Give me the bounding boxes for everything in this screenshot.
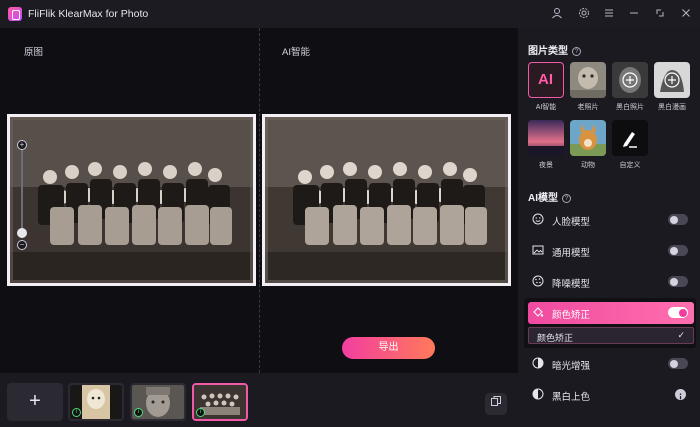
done-check-icon: i <box>196 408 205 417</box>
help-icon[interactable]: ? <box>562 194 571 203</box>
ai-model-title: AI模型? <box>528 189 571 204</box>
photo-type-old-photo[interactable]: 老照片 <box>570 62 606 112</box>
settings-sidebar: 图片类型? AI AI智能 老照片 黑白照片 黑白漫画 夜景 动物 自定义 AI… <box>518 28 700 427</box>
low-light-toggle[interactable] <box>668 358 688 369</box>
model-row-general[interactable]: 通用模型 <box>528 240 694 262</box>
copy-icon[interactable] <box>485 393 507 415</box>
custom-tile <box>612 120 648 156</box>
model-row-face[interactable]: 人脸模型 <box>528 209 694 231</box>
color-bucket-icon <box>532 306 544 318</box>
thumbnail-old-man[interactable]: i <box>130 383 186 421</box>
ai-result-photo <box>262 114 511 286</box>
photo-type-label: 老照片 <box>577 104 599 111</box>
model-name: 黑白上色 <box>552 392 591 403</box>
ai-tile: AI <box>528 62 564 98</box>
denoise-model-toggle[interactable] <box>668 276 688 287</box>
preview-stage: 原图 AI智能 + − 导出 <box>0 28 518 373</box>
photo-type-label: AI智能 <box>535 104 557 111</box>
model-name: 降噪模型 <box>552 279 591 290</box>
model-name: 颜色矫正 <box>552 310 591 321</box>
model-name: 通用模型 <box>552 248 591 259</box>
zoom-handle[interactable] <box>17 228 27 238</box>
model-row-denoise[interactable]: 降噪模型 <box>528 271 694 293</box>
ai-result-label: AI智能 <box>282 47 310 58</box>
model-name: 人脸模型 <box>552 217 591 228</box>
done-check-icon: i <box>72 408 81 417</box>
photo-type-label: 夜景 <box>539 162 553 169</box>
title-bar: FliFlik KlearMax for Photo <box>0 0 700 28</box>
close-icon[interactable] <box>679 7 693 21</box>
bw-photo-tile <box>612 62 648 98</box>
original-photo <box>7 114 256 286</box>
photo-type-bw-photo[interactable]: 黑白照片 <box>612 62 648 112</box>
photo-type-bw-comic[interactable]: 黑白漫画 <box>654 62 690 112</box>
chevron-down-icon: ✓ <box>677 330 685 340</box>
photo-type-label: 自定义 <box>619 162 641 169</box>
app-logo <box>8 7 22 21</box>
face-model-toggle[interactable] <box>668 214 688 225</box>
compare-divider[interactable] <box>259 28 260 373</box>
color-correct-toggle[interactable] <box>668 307 688 318</box>
settings-icon[interactable] <box>577 7 591 21</box>
zoom-slider[interactable]: + − <box>14 140 30 250</box>
original-label: 原图 <box>24 47 44 58</box>
export-button[interactable]: 导出 <box>342 337 435 359</box>
zoom-track[interactable] <box>21 150 23 238</box>
photo-type-custom[interactable]: 自定义 <box>612 120 648 170</box>
maximize-icon[interactable] <box>653 7 667 21</box>
contrast-icon <box>532 357 544 369</box>
photo-type-night[interactable]: 夜景 <box>528 120 564 170</box>
photo-type-ai[interactable]: AI AI智能 <box>528 62 564 112</box>
face-icon <box>532 213 544 225</box>
colorize-icon <box>532 388 544 400</box>
ai-icon: AI <box>538 71 553 88</box>
model-row-colorize[interactable]: 黑白上色 <box>528 384 694 406</box>
old-photo-tile <box>570 62 606 98</box>
animal-tile <box>570 120 606 156</box>
zoom-out-icon[interactable]: − <box>17 240 27 250</box>
model-name: 暗光增强 <box>552 361 591 372</box>
account-icon[interactable] <box>550 7 564 21</box>
image-icon <box>532 244 544 256</box>
filmstrip: + i i i <box>0 373 518 427</box>
menu-icon[interactable] <box>602 7 616 21</box>
dropdown-value: 颜色矫正 <box>537 333 574 343</box>
photo-type-title: 图片类型? <box>528 42 581 57</box>
add-image-button[interactable]: + <box>7 383 63 421</box>
bw-comic-tile <box>654 62 690 98</box>
done-check-icon: i <box>134 408 143 417</box>
photo-type-label: 黑白照片 <box>616 104 644 111</box>
night-tile <box>528 120 564 156</box>
general-model-toggle[interactable] <box>668 245 688 256</box>
thumbnail-dog[interactable]: i <box>68 383 124 421</box>
model-row-color-correct[interactable]: 颜色矫正 <box>528 302 694 324</box>
model-row-low-light[interactable]: 暗光增强 <box>528 353 694 375</box>
photo-type-label: 黑白漫画 <box>658 104 686 111</box>
denoise-icon <box>532 275 544 287</box>
color-correct-dropdown[interactable]: 颜色矫正 ✓ <box>528 327 694 344</box>
thumbnail-group-photo[interactable]: i <box>192 383 248 421</box>
help-icon[interactable]: ? <box>572 47 581 56</box>
photo-type-animal[interactable]: 动物 <box>570 120 606 170</box>
zoom-in-icon[interactable]: + <box>17 140 27 150</box>
photo-type-label: 动物 <box>581 162 595 169</box>
info-icon[interactable] <box>675 389 686 400</box>
app-title: FliFlik KlearMax for Photo <box>28 8 149 20</box>
minimize-icon[interactable] <box>627 7 641 21</box>
